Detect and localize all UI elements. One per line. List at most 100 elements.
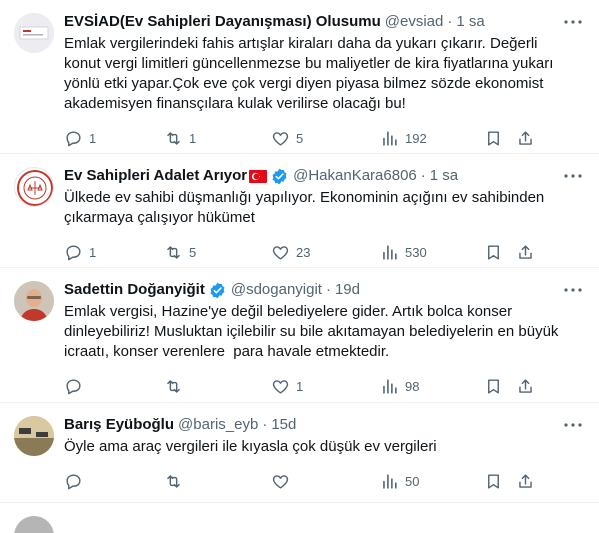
views-button[interactable]: 530 xyxy=(380,243,484,262)
more-options-icon[interactable] xyxy=(563,12,583,32)
share-icon xyxy=(519,244,532,259)
retweet-icon xyxy=(167,131,180,145)
author-name[interactable]: EVSİAD(Ev Sahipleri Dayanışması) Olusumu xyxy=(64,12,381,32)
views-button[interactable]: 192 xyxy=(380,129,484,148)
views-icon xyxy=(383,244,397,260)
timestamp[interactable]: 1 sa xyxy=(430,166,458,186)
views-icon xyxy=(383,378,397,394)
like-count: 5 xyxy=(296,130,304,146)
bookmark-icon xyxy=(488,244,499,260)
retweet-count: 1 xyxy=(189,130,197,146)
author-name[interactable]: Sadettin Doğanyiğit xyxy=(64,280,205,300)
bookmark-icon xyxy=(488,378,499,394)
verified-badge-icon[interactable] xyxy=(270,167,289,186)
avatar[interactable] xyxy=(14,281,54,321)
verified-badge-icon[interactable] xyxy=(208,281,227,300)
reply-button[interactable]: 1 xyxy=(64,129,164,148)
views-count: 98 xyxy=(405,378,420,394)
tweet-header: EVSİAD(Ev Sahipleri Dayanışması) Olusumu… xyxy=(64,12,583,32)
retweet-icon xyxy=(167,379,180,393)
avatar[interactable] xyxy=(14,416,54,456)
tweet-text: Ülkede ev sahibi düşmanlığı yapılıyor. E… xyxy=(64,189,549,226)
share-button[interactable] xyxy=(516,129,535,148)
turkey-flag-icon xyxy=(249,169,268,183)
share-icon xyxy=(519,130,532,145)
reply-count: 1 xyxy=(89,130,97,146)
retweet-count: 5 xyxy=(189,244,197,260)
timestamp[interactable]: 1 sa xyxy=(456,12,484,32)
reply-button[interactable]: 1 xyxy=(64,243,164,262)
like-button[interactable] xyxy=(271,472,380,491)
views-icon xyxy=(383,473,397,489)
tweet-header: Barış Eyüboğlu @baris_eyb · 15d xyxy=(64,415,583,435)
bookmark-button[interactable] xyxy=(484,472,516,491)
reply-count: 1 xyxy=(89,244,97,260)
views-count: 192 xyxy=(405,130,427,146)
tweet-feed: EVSİAD(Ev Sahipleri Dayanışması) Olusumu… xyxy=(0,0,599,533)
tweet-header: Sadettin Doğanyiğit @sdoganyigit · 19d xyxy=(64,280,583,300)
tweet[interactable]: EVSİAD(Ev Sahipleri Dayanışması) Olusumu… xyxy=(0,0,599,154)
avatar[interactable] xyxy=(14,13,54,53)
share-icon xyxy=(519,378,532,393)
share-button[interactable] xyxy=(516,243,535,262)
retweet-button[interactable] xyxy=(164,377,271,396)
bookmark-button[interactable] xyxy=(484,129,516,148)
like-button[interactable]: 5 xyxy=(271,129,380,148)
author-handle[interactable]: @evsiad xyxy=(385,12,444,32)
bookmark-button[interactable] xyxy=(484,243,516,262)
share-button[interactable] xyxy=(516,472,535,491)
bookmark-icon xyxy=(488,130,499,146)
views-button[interactable]: 50 xyxy=(380,472,484,491)
heart-icon xyxy=(272,379,289,394)
more-options-icon[interactable] xyxy=(563,415,583,435)
like-button[interactable]: 23 xyxy=(271,243,380,262)
tweet-text: Emlak vergilerindeki fahis artışlar kira… xyxy=(64,35,558,112)
retweet-button[interactable] xyxy=(164,472,271,491)
author-name[interactable]: Ev Sahipleri Adalet Arıyor xyxy=(64,166,247,186)
tweet-actions: 1 1 5 192 xyxy=(64,120,583,156)
separator-dot: · xyxy=(262,416,268,433)
retweet-button[interactable]: 1 xyxy=(164,129,271,148)
reply-button[interactable] xyxy=(64,472,164,491)
author-handle[interactable]: @sdoganyigit xyxy=(231,280,322,300)
share-icon xyxy=(519,473,532,488)
tweet[interactable]: Barış Eyüboğlu @baris_eyb · 15d Öyle ama… xyxy=(0,403,599,503)
retweet-button[interactable]: 5 xyxy=(164,243,271,262)
heart-icon xyxy=(272,474,289,489)
avatar[interactable] xyxy=(14,516,54,533)
reply-icon xyxy=(66,244,81,260)
heart-icon xyxy=(272,131,289,146)
separator-dot: · xyxy=(420,167,426,184)
like-count: 1 xyxy=(296,378,304,394)
reply-icon xyxy=(66,130,81,146)
tweet[interactable] xyxy=(0,503,599,533)
tweet[interactable]: Sadettin Doğanyiğit @sdoganyigit · 19d E… xyxy=(0,268,599,403)
views-count: 530 xyxy=(405,244,427,260)
author-handle[interactable]: @baris_eyb xyxy=(178,415,258,435)
views-count: 50 xyxy=(405,473,420,489)
timestamp[interactable]: 15d xyxy=(271,415,296,435)
heart-icon xyxy=(272,245,289,260)
avatar[interactable] xyxy=(14,167,54,207)
timestamp[interactable]: 19d xyxy=(335,280,360,300)
retweet-icon xyxy=(167,245,180,259)
retweet-icon xyxy=(167,474,180,488)
separator-dot: · xyxy=(325,281,331,298)
reply-button[interactable] xyxy=(64,377,164,396)
share-button[interactable] xyxy=(516,377,535,396)
tweet[interactable]: Ev Sahipleri Adalet Arıyor @HakanKara680… xyxy=(0,154,599,268)
author-name[interactable]: Barış Eyüboğlu xyxy=(64,415,174,435)
views-button[interactable]: 98 xyxy=(380,377,484,396)
bookmark-icon xyxy=(488,473,499,489)
like-button[interactable]: 1 xyxy=(271,377,380,396)
bookmark-button[interactable] xyxy=(484,377,516,396)
views-icon xyxy=(383,130,397,146)
reply-icon xyxy=(66,378,81,394)
tweet-text: Emlak vergisi, Hazine'ye değil belediyel… xyxy=(64,303,563,360)
author-handle[interactable]: @HakanKara6806 xyxy=(293,166,417,186)
tweet-actions: 1 5 23 530 xyxy=(64,234,583,270)
tweet-actions: 50 xyxy=(64,463,583,499)
reply-icon xyxy=(66,473,81,489)
more-options-icon[interactable] xyxy=(563,166,583,186)
more-options-icon[interactable] xyxy=(563,280,583,300)
